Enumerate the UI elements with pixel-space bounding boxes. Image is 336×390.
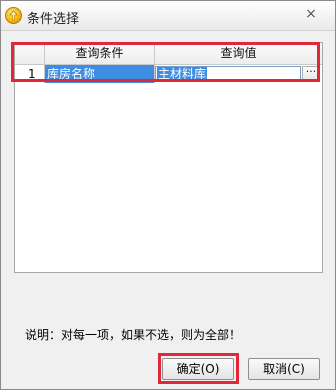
close-icon[interactable]: × [303,6,319,22]
header-value: 查询值 [220,46,257,60]
condition-cell[interactable]: 库房名称 [45,65,155,83]
header-rownum [15,43,45,64]
cancel-button[interactable]: 取消(C) [248,358,320,380]
value-input[interactable]: 主材料库 [155,66,301,82]
ok-button[interactable]: 确定(O) [162,358,234,380]
condition-grid[interactable]: 查询条件 查询值 1 库房名称 主材料库 ··· [14,42,323,273]
app-icon [5,7,22,24]
grid-header: 查询条件 查询值 [15,43,322,65]
ellipsis-button[interactable]: ··· [302,66,320,82]
header-condition: 查询条件 [45,43,155,64]
row-number: 1 [15,65,45,83]
window-title: 条件选择 [27,12,80,27]
title-bar[interactable]: 条件选择 × [1,1,335,31]
note-text: 说明：对每一项，如果不选，则为全部！ [25,328,242,342]
value-cell[interactable]: 主材料库 ··· [155,65,321,83]
value-text: 主材料库 [157,67,208,81]
dialog-window: 条件选择 × 查询条件 查询值 1 库房名称 主材料库 ··· 说明：对每一项，… [0,0,336,390]
table-row[interactable]: 1 库房名称 主材料库 ··· [15,65,322,83]
